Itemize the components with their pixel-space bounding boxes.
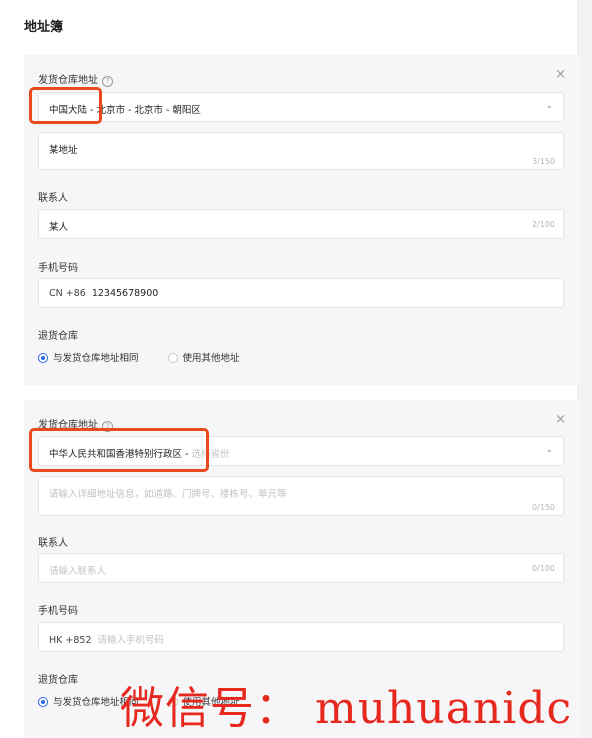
contact-input[interactable]: 某人 2/100 [38, 209, 564, 239]
phone-value: 12345678900 [91, 288, 159, 299]
address-placeholder: 请输入详细地址信息，如道路、门牌号、楼栋号、单元等 [49, 489, 287, 500]
phone-label: 手机号码 [38, 263, 78, 274]
highlight-box-region-2 [29, 428, 209, 472]
highlight-box-region-1 [29, 87, 102, 124]
close-icon[interactable]: × [555, 412, 566, 427]
contact-placeholder: 请输入联系人 [49, 566, 107, 577]
radio-selected-icon [38, 353, 48, 363]
warehouse-address-label-text: 发货仓库地址 [38, 75, 98, 86]
radio-other-address[interactable]: 使用其他地址 [167, 350, 240, 364]
address-textarea[interactable]: 某地址 3/150 [38, 132, 564, 170]
return-warehouse-label: 退货仓库 [38, 675, 78, 686]
phone-input[interactable]: HK +852 请输入手机号码 [38, 622, 564, 652]
radio-empty-icon [167, 353, 178, 363]
watermark-text: 微信号： muhuanidc [120, 683, 573, 734]
contact-counter: 0/100 [531, 564, 555, 573]
radio-same-address[interactable]: 与发货仓库地址相同 [38, 350, 139, 364]
radio-same-label: 与发货仓库地址相同 [53, 353, 139, 364]
contact-value: 某人 [49, 222, 69, 233]
address-card-1: 发货仓库地址? × 中国大陆 - 北京市 - 北京市 - 朝阳区 ⌄ 某地址 3… [24, 55, 580, 385]
radio-selected-icon [38, 697, 48, 707]
address-counter: 3/150 [531, 157, 555, 166]
phone-prefix[interactable]: HK +852 [49, 635, 92, 646]
radio-other-label: 使用其他地址 [182, 353, 240, 364]
phone-prefix[interactable]: CN +86 [49, 288, 86, 299]
contact-label: 联系人 [38, 193, 68, 204]
contact-label: 联系人 [38, 538, 68, 549]
contact-counter: 2/100 [531, 220, 555, 229]
phone-input[interactable]: CN +86 12345678900 [38, 278, 564, 308]
close-icon[interactable]: × [555, 67, 566, 82]
address-textarea[interactable]: 请输入详细地址信息，如道路、门牌号、楼栋号、单元等 0/150 [38, 476, 564, 516]
contact-input[interactable]: 请输入联系人 0/100 [38, 553, 564, 583]
warehouse-address-label: 发货仓库地址? [38, 71, 113, 87]
phone-placeholder: 请输入手机号码 [97, 635, 165, 646]
address-value: 某地址 [49, 145, 78, 156]
page-title: 地址簿 [24, 20, 64, 35]
chevron-down-icon: ⌄ [545, 101, 553, 111]
phone-label: 手机号码 [38, 606, 78, 617]
address-counter: 0/150 [531, 503, 555, 512]
help-icon[interactable]: ? [102, 76, 113, 87]
chevron-down-icon: ⌄ [545, 445, 553, 455]
return-warehouse-options: 与发货仓库地址相同 使用其他地址 [38, 350, 266, 364]
region-select[interactable]: 中国大陆 - 北京市 - 北京市 - 朝阳区 ⌄ [38, 92, 564, 122]
return-warehouse-label: 退货仓库 [38, 331, 78, 342]
